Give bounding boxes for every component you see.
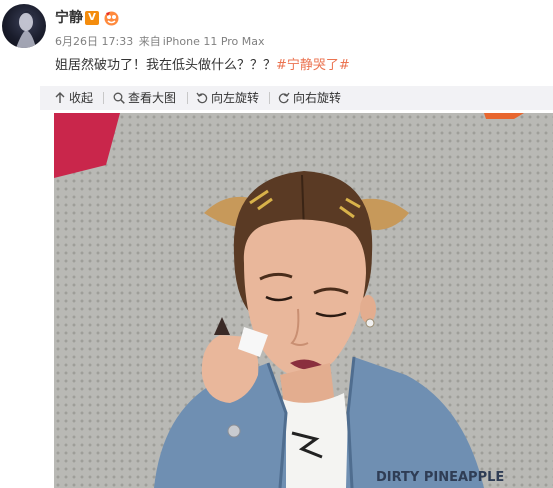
view-large-button[interactable]: 查看大图 [113, 90, 176, 106]
collapse-label: 收起 [69, 91, 94, 105]
rotate-right-icon [278, 92, 290, 104]
toolbar-divider [269, 92, 270, 104]
weibo-post: 宁静 V 6月26日 17:33 来自 iPhone 11 Pro Max 姐居然… [0, 0, 553, 488]
rotate-left-label: 向左旋转 [211, 91, 260, 105]
image-toolbar: 收起 查看大图 向左旋转 向右旋转 [40, 86, 553, 110]
post-text: 姐居然破功了！我在低头做什么？？？#宁静哭了# [55, 57, 350, 75]
hashtag-link[interactable]: #宁静哭了# [276, 58, 350, 73]
post-image[interactable]: DIRTY PINEAPPLE [54, 113, 553, 488]
rotate-right-button[interactable]: 向右旋转 [278, 90, 341, 106]
collapse-button[interactable]: 收起 [54, 90, 93, 106]
toolbar-divider [103, 92, 104, 104]
view-large-label: 查看大图 [128, 91, 177, 105]
photo-illustration: DIRTY PINEAPPLE [54, 113, 524, 488]
source-prefix: 来自 [138, 35, 161, 48]
jacket-print-text: DIRTY PINEAPPLE [376, 470, 504, 485]
post-date[interactable]: 6月26日 17:33 [55, 35, 133, 48]
author-name[interactable]: 宁静 [55, 8, 83, 28]
rotate-left-icon [196, 92, 208, 104]
toolbar-divider [187, 92, 188, 104]
post-text-main: 姐居然破功了！我在低头做什么？？？ [55, 58, 277, 73]
magnifier-icon [113, 92, 125, 104]
avatar[interactable] [2, 4, 46, 48]
post-source[interactable]: iPhone 11 Pro Max [163, 35, 265, 48]
rotate-right-label: 向右旋转 [293, 91, 342, 105]
vip-crown-icon [103, 10, 120, 26]
post-meta: 6月26日 17:33 来自 iPhone 11 Pro Max [55, 35, 267, 49]
rotate-left-button[interactable]: 向左旋转 [196, 90, 259, 106]
verified-badge-icon: V [85, 11, 99, 25]
collapse-arrow-icon [55, 92, 65, 103]
